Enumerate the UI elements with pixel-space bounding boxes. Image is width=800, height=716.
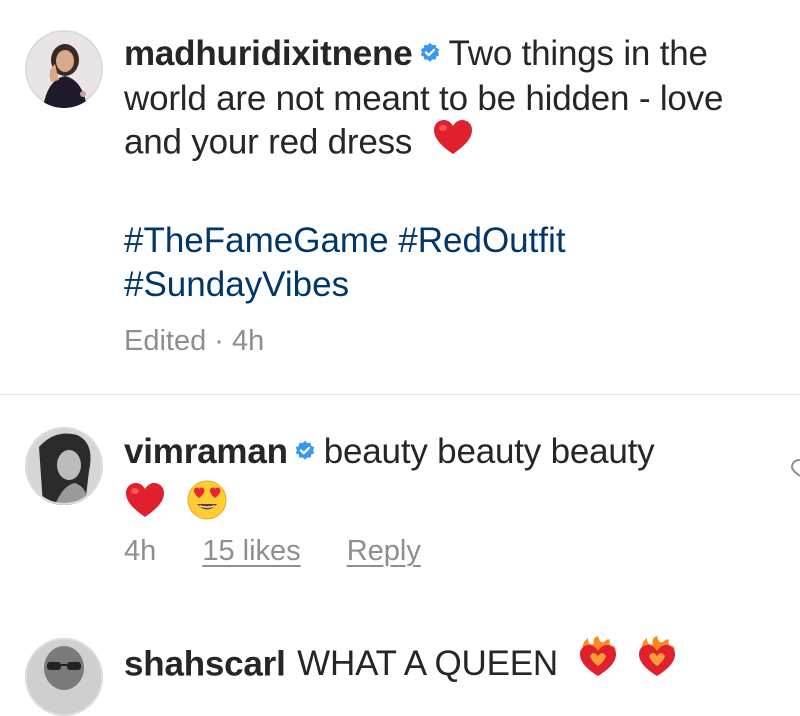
caption-username[interactable]: madhuridixitnene bbox=[124, 34, 413, 73]
hashtag-line2[interactable]: #SundayVibes bbox=[124, 263, 566, 307]
verified-badge-icon bbox=[294, 429, 316, 472]
comment-text: WHAT A QUEEN bbox=[297, 644, 558, 684]
red-heart-emoji bbox=[124, 481, 166, 529]
comment-body: shahscarl WHAT A QUEEN bbox=[124, 636, 784, 692]
avatar-photo bbox=[25, 30, 103, 108]
caption-avatar[interactable] bbox=[25, 30, 103, 108]
comment-avatar[interactable] bbox=[25, 638, 103, 716]
avatar-photo bbox=[25, 638, 103, 716]
caption-meta: Edited · 4h bbox=[124, 325, 265, 357]
heart-on-fire-emoji bbox=[635, 636, 679, 688]
heart-eyes-emoji bbox=[186, 479, 228, 531]
comment-text: beauty beauty beauty bbox=[323, 432, 655, 471]
comment-avatar[interactable] bbox=[25, 427, 103, 505]
comment-likes-link[interactable]: 15 likes bbox=[202, 535, 300, 567]
comment-body: vimraman beauty beauty beauty bbox=[124, 430, 784, 531]
avatar-photo bbox=[25, 427, 103, 505]
red-heart-emoji bbox=[432, 118, 474, 166]
divider bbox=[0, 394, 800, 395]
comment-reply-button[interactable]: Reply bbox=[347, 535, 421, 567]
hashtag-line1[interactable]: #TheFameGame #RedOutfit bbox=[124, 219, 566, 263]
caption-text-line2: world are not meant to be hidden - love bbox=[124, 79, 724, 119]
heart-on-fire-emoji bbox=[576, 636, 620, 688]
caption-text-line3: and your red dress bbox=[124, 122, 413, 162]
verified-badge-icon bbox=[419, 31, 441, 74]
like-heart-icon[interactable] bbox=[788, 457, 800, 484]
comment-username[interactable]: vimraman bbox=[124, 432, 288, 471]
comment-username[interactable]: shahscarl bbox=[124, 644, 286, 683]
caption-text-line1: Two things in the bbox=[448, 34, 708, 73]
comment-time: 4h bbox=[124, 535, 157, 567]
caption-text: madhuridixitnene Two things in the world … bbox=[124, 32, 800, 168]
caption-hashtags: #TheFameGame #RedOutfit #SundayVibes bbox=[124, 219, 566, 307]
comment-meta: 4h 15 likes Reply bbox=[124, 535, 421, 568]
